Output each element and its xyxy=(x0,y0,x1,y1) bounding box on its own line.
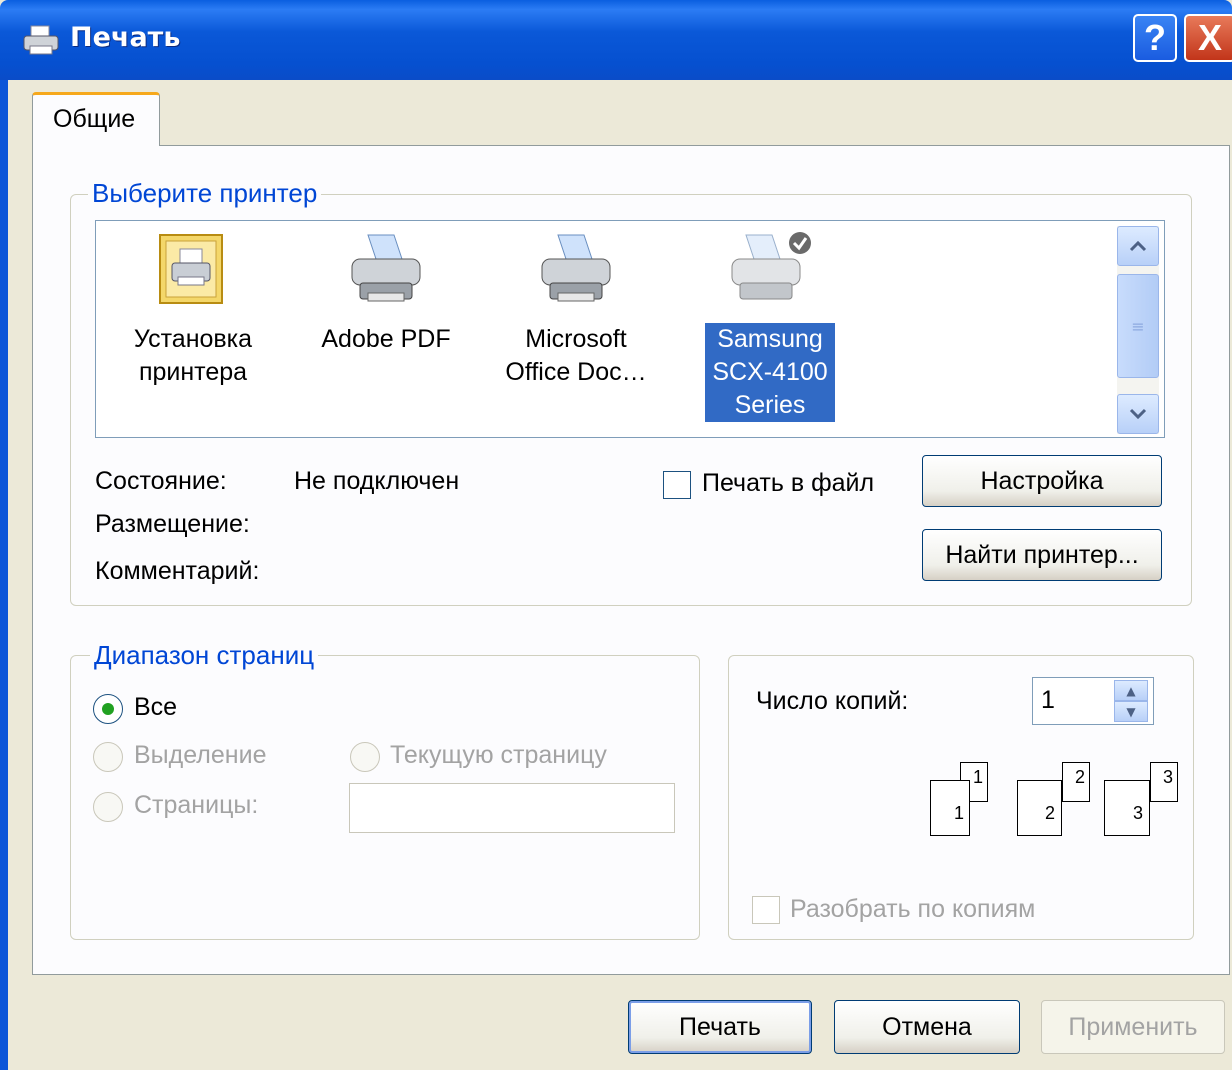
printer-icon xyxy=(351,234,421,302)
printer-list-scrollbar[interactable]: ≡ xyxy=(1117,226,1159,434)
tab-general[interactable]: Общие xyxy=(32,92,160,146)
range-pages-radio[interactable] xyxy=(93,792,123,822)
range-all-radio[interactable] xyxy=(93,694,123,724)
scroll-thumb[interactable]: ≡ xyxy=(1117,274,1159,378)
spin-down-icon[interactable]: ▼ xyxy=(1114,701,1148,722)
collate-checkbox[interactable] xyxy=(752,896,780,924)
page-range-title: Диапазон страниц xyxy=(90,640,319,671)
range-all-label: Все xyxy=(134,693,178,721)
copies-label: Число копий: xyxy=(756,687,909,715)
chevron-up-icon xyxy=(1129,240,1147,252)
range-current-page-label: Текущую страницу xyxy=(390,741,607,769)
find-printer-button[interactable]: Найти принтер... xyxy=(922,529,1162,581)
printer-label: SCX-4100 xyxy=(712,358,828,386)
printer-item-microsoft-office-doc[interactable]: Microsoft Office Doc… xyxy=(488,323,664,389)
help-button[interactable]: ? xyxy=(1133,14,1177,62)
printer-group-title: Выберите принтер xyxy=(88,178,322,209)
printer-label: Установка xyxy=(133,325,253,353)
apply-button[interactable]: Применить xyxy=(1041,1000,1225,1054)
location-label: Размещение: xyxy=(95,510,250,538)
copies-spinner[interactable]: ▲ ▼ xyxy=(1114,680,1148,722)
page-icon: 2 xyxy=(1017,780,1062,836)
page-icon: 3 xyxy=(1150,762,1178,802)
printer-list[interactable]: Установка принтера Adobe PDF Microsoft O… xyxy=(95,220,1165,438)
add-printer-icon xyxy=(159,234,223,304)
status-value: Не подключен xyxy=(294,467,460,495)
page-icon: 3 xyxy=(1104,780,1150,836)
page-icon: 2 xyxy=(1062,762,1090,802)
range-pages-label: Страницы: xyxy=(134,791,259,819)
printer-label: Microsoft xyxy=(525,325,627,353)
printer-label: Office Doc… xyxy=(505,358,647,386)
collate-label: Разобрать по копиям xyxy=(790,895,1036,923)
printer-icon xyxy=(23,25,59,55)
status-label: Состояние: xyxy=(95,467,227,495)
print-to-file-label: Печать в файл xyxy=(702,469,875,497)
printer-icon xyxy=(541,234,611,302)
printer-label: Series xyxy=(734,391,806,419)
settings-button[interactable]: Настройка xyxy=(922,455,1162,507)
print-to-file-checkbox[interactable] xyxy=(663,471,691,499)
default-printer-icon xyxy=(731,232,811,300)
print-button[interactable]: Печать xyxy=(628,1000,812,1054)
scroll-up-button[interactable] xyxy=(1117,226,1159,266)
printer-label: Adobe PDF xyxy=(321,325,451,353)
window-title: Печать xyxy=(70,22,181,53)
tab-label: Общие xyxy=(53,105,136,133)
scroll-down-button[interactable] xyxy=(1117,394,1159,434)
window-frame xyxy=(0,80,8,1070)
printer-label: Samsung xyxy=(717,325,823,353)
close-button[interactable]: X xyxy=(1184,14,1232,62)
comment-label: Комментарий: xyxy=(95,557,260,585)
chevron-down-icon xyxy=(1129,408,1147,420)
title-bar: Печать ? X xyxy=(0,0,1232,80)
pages-input[interactable] xyxy=(349,783,675,833)
printer-label-selected: Samsung SCX-4100 Series xyxy=(704,322,836,423)
page-icon: 1 xyxy=(930,780,970,836)
range-current-page-radio[interactable] xyxy=(350,742,380,772)
cancel-button[interactable]: Отмена xyxy=(834,1000,1020,1054)
spin-up-icon[interactable]: ▲ xyxy=(1114,680,1148,701)
printer-item-samsung[interactable]: Samsung SCX-4100 Series xyxy=(700,322,840,423)
printer-item-add[interactable]: Установка принтера xyxy=(108,323,278,389)
range-selection-label: Выделение xyxy=(134,741,267,769)
range-selection-radio[interactable] xyxy=(93,742,123,772)
printer-item-adobe-pdf[interactable]: Adobe PDF xyxy=(306,323,466,356)
printer-label: принтера xyxy=(138,358,248,386)
